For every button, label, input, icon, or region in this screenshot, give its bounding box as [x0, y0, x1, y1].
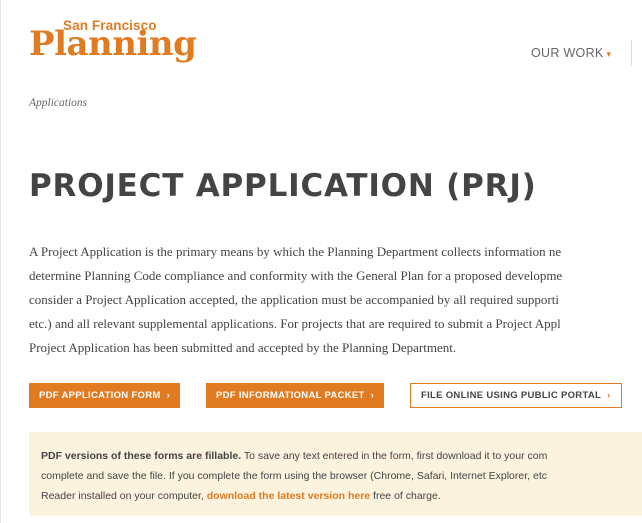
paragraph-line: consider a Project Application accepted,… [29, 292, 559, 307]
chevron-right-icon: › [607, 390, 611, 401]
file-online-portal-button[interactable]: FILE ONLINE USING PUBLIC PORTAL › [410, 383, 622, 408]
chevron-right-icon: › [370, 390, 375, 401]
nav-divider [631, 40, 632, 66]
breadcrumb-applications[interactable]: Applications [29, 97, 87, 109]
site-header: San Francisco Planning OUR WORK ▾ [1, 0, 642, 80]
download-latest-version-link[interactable]: download the latest version here [207, 490, 370, 502]
site-logo[interactable]: San Francisco Planning [29, 18, 197, 66]
paragraph-line: A Project Application is the primary mea… [29, 244, 562, 259]
page-title: PROJECT APPLICATION (PRJ) [29, 168, 537, 204]
paragraph-line: determine Planning Code compliance and c… [29, 268, 563, 283]
paragraph-line: etc.) and all relevant supplemental appl… [29, 316, 561, 331]
notice-line: complete and save the file. If you compl… [41, 470, 547, 482]
paragraph-line: Project Application has been submitted a… [29, 340, 457, 355]
logo-title: Planning [29, 24, 197, 64]
chevron-right-icon: › [166, 390, 171, 401]
notice-bold-intro: PDF versions of these forms are fillable… [41, 450, 242, 462]
pdf-application-form-label: PDF APPLICATION FORM [39, 390, 161, 401]
notice-line3-post: free of charge. [370, 490, 441, 502]
notice-text: PDF versions of these forms are fillable… [41, 446, 547, 506]
page: San Francisco Planning OUR WORK ▾ Applica… [0, 0, 642, 523]
pdf-informational-packet-label: PDF INFORMATIONAL PACKET [216, 390, 365, 401]
notice-line: PDF versions of these forms are fillable… [41, 446, 547, 466]
pdf-informational-packet-button[interactable]: PDF INFORMATIONAL PACKET › [206, 383, 385, 408]
chevron-down-icon: ▾ [606, 49, 612, 59]
fillable-forms-notice: PDF versions of these forms are fillable… [29, 432, 642, 516]
pdf-application-form-button[interactable]: PDF APPLICATION FORM › [29, 383, 181, 408]
notice-line3-pre: Reader installed on your computer, [41, 490, 207, 502]
intro-paragraph: A Project Application is the primary mea… [29, 240, 642, 360]
notice-line: Reader installed on your computer, downl… [41, 486, 547, 506]
breadcrumb: Applications [29, 97, 87, 109]
notice-line1-rest: To save any text entered in the form, fi… [241, 450, 548, 462]
nav-our-work[interactable]: OUR WORK ▾ [531, 46, 611, 60]
file-online-portal-label: FILE ONLINE USING PUBLIC PORTAL [421, 390, 602, 401]
nav-our-work-label: OUR WORK [531, 46, 604, 60]
